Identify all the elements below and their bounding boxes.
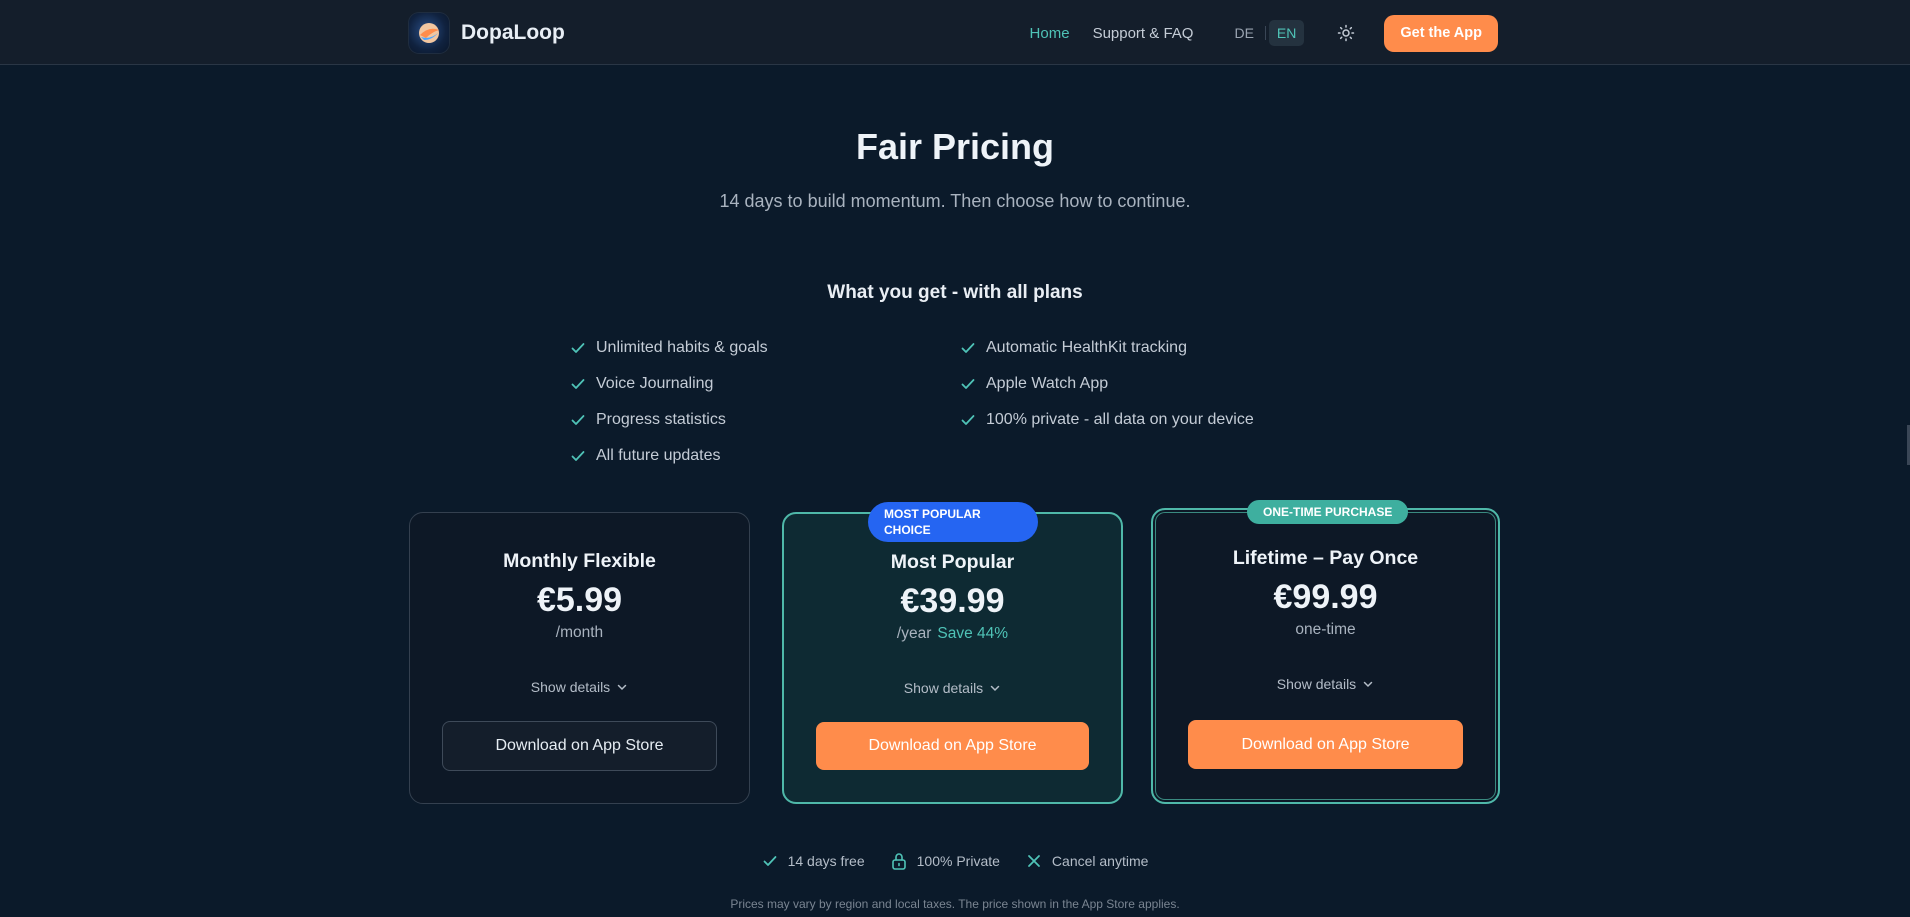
- lock-icon: [891, 853, 906, 870]
- feature-label: Automatic HealthKit tracking: [986, 339, 1187, 356]
- page-title: Fair Pricing: [855, 126, 1055, 167]
- feature-label: Unlimited habits & goals: [596, 339, 768, 356]
- show-details-label: Show details: [1276, 676, 1357, 692]
- plan-name: Lifetime – Pay Once: [1232, 547, 1419, 569]
- download-app-store-button[interactable]: Download on App Store: [1188, 720, 1463, 769]
- plan-name: Most Popular: [890, 551, 1015, 573]
- pricing-disclaimer: Prices may vary by region and local taxe…: [730, 897, 1180, 911]
- check-icon: [571, 343, 585, 353]
- most-popular-badge: MOST POPULAR CHOICE: [868, 502, 1038, 542]
- lang-divider: [1264, 26, 1266, 40]
- feature-item: Automatic HealthKit tracking: [960, 330, 1254, 366]
- check-icon: [961, 379, 975, 389]
- trust-free-label: 14 days free: [787, 853, 865, 869]
- plan-price: €99.99: [1273, 578, 1378, 616]
- features-list: Unlimited habits & goals Voice Journalin…: [570, 330, 1340, 480]
- chevron-down-icon: [1363, 681, 1373, 688]
- brand-name: DopaLoop: [461, 21, 565, 44]
- language-switcher: DE EN: [1226, 20, 1305, 46]
- plan-card-lifetime: ONE-TIME PURCHASE Lifetime – Pay Once €9…: [1151, 500, 1500, 804]
- plan-period: /year Save 44%: [784, 625, 1121, 643]
- trust-cancel-label: Cancel anytime: [1051, 853, 1149, 869]
- chevron-down-icon: [617, 684, 627, 691]
- page-subtitle: 14 days to build momentum. Then choose h…: [719, 191, 1191, 211]
- chevron-down-icon: [990, 685, 1000, 692]
- plan-name: Monthly Flexible: [503, 550, 656, 572]
- main-nav: Home Support & FAQ DE EN Get the App: [1030, 14, 1498, 52]
- brand-link[interactable]: DopaLoop: [409, 13, 565, 53]
- check-icon: [571, 379, 585, 389]
- plan-period: one-time: [1153, 621, 1498, 639]
- plan-period-label: /month: [555, 624, 604, 641]
- nav-home[interactable]: Home: [1030, 25, 1070, 42]
- download-app-store-button[interactable]: Download on App Store: [442, 721, 717, 771]
- nav-support-faq[interactable]: Support & FAQ: [1093, 25, 1194, 42]
- check-icon: [763, 856, 776, 866]
- plan-period: /month: [410, 624, 749, 642]
- check-icon: [571, 415, 585, 425]
- feature-item: Apple Watch App: [960, 366, 1254, 402]
- theme-toggle-button[interactable]: [1330, 17, 1362, 49]
- show-details-toggle[interactable]: Show details: [410, 679, 749, 695]
- plan-price: €5.99: [536, 581, 623, 619]
- plan-card-yearly: MOST POPULAR CHOICE Most Popular €39.99 …: [782, 502, 1123, 804]
- show-details-label: Show details: [530, 679, 611, 695]
- feature-label: 100% private - all data on your device: [986, 411, 1254, 428]
- close-icon: [1028, 855, 1040, 867]
- feature-item: 100% private - all data on your device: [960, 402, 1254, 438]
- trust-private: 100% Private: [891, 852, 1000, 870]
- features-column-right: Automatic HealthKit tracking Apple Watch…: [960, 330, 1254, 438]
- check-icon: [961, 415, 975, 425]
- plan-card-monthly: Monthly Flexible €5.99 /month Show detai…: [409, 512, 750, 804]
- feature-label: Apple Watch App: [986, 375, 1109, 392]
- features-heading: What you get - with all plans: [827, 282, 1083, 303]
- show-details-label: Show details: [903, 680, 984, 696]
- feature-label: Voice Journaling: [596, 375, 714, 392]
- trust-private-label: 100% Private: [916, 853, 1000, 869]
- check-icon: [961, 343, 975, 353]
- one-time-purchase-badge: ONE-TIME PURCHASE: [1247, 500, 1409, 524]
- plan-price: €39.99: [900, 582, 1005, 620]
- trust-free-trial: 14 days free: [762, 853, 865, 869]
- download-app-store-button[interactable]: Download on App Store: [816, 722, 1089, 770]
- show-details-toggle[interactable]: Show details: [1153, 676, 1498, 692]
- lang-de-button[interactable]: DE: [1226, 20, 1261, 46]
- top-nav-bar: DopaLoop Home Support & FAQ DE EN Get th…: [0, 0, 1910, 65]
- header-inner: DopaLoop Home Support & FAQ DE EN Get th…: [409, 13, 1498, 53]
- get-app-button[interactable]: Get the App: [1384, 14, 1498, 52]
- check-icon: [571, 451, 585, 461]
- plan-period-label: one-time: [1295, 621, 1356, 638]
- logo-icon: [409, 13, 449, 53]
- feature-label: Progress statistics: [596, 411, 726, 428]
- sun-icon: [1338, 24, 1355, 42]
- trust-cancel: Cancel anytime: [1026, 853, 1149, 869]
- plan-period-label: /year: [896, 625, 932, 642]
- feature-label: All future updates: [596, 447, 721, 464]
- features-column-left: Unlimited habits & goals Voice Journalin…: [570, 330, 768, 474]
- lang-en-button[interactable]: EN: [1268, 20, 1305, 46]
- save-badge: Save 44%: [937, 625, 1009, 642]
- trust-badges: 14 days free 100% Private Cancel anytime: [0, 852, 1910, 870]
- feature-item: Voice Journaling: [570, 366, 768, 402]
- feature-item: Progress statistics: [570, 402, 768, 438]
- feature-item: All future updates: [570, 438, 768, 474]
- feature-item: Unlimited habits & goals: [570, 330, 768, 366]
- show-details-toggle[interactable]: Show details: [784, 680, 1121, 696]
